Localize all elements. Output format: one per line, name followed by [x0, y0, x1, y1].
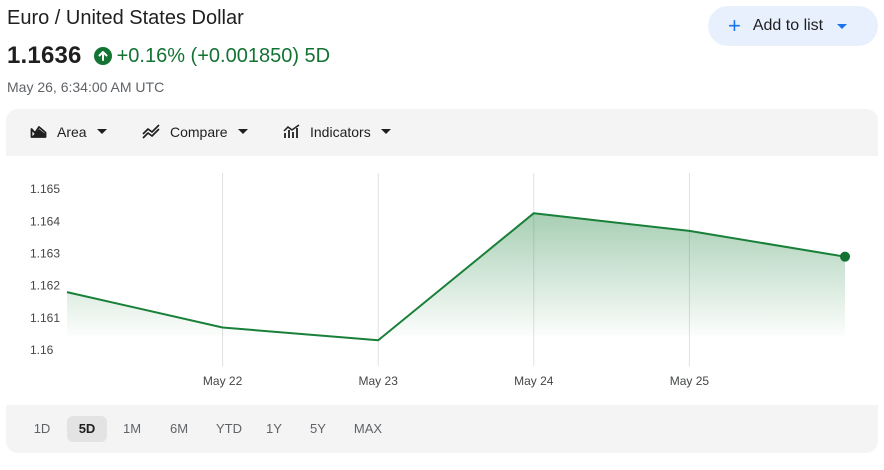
compare-dropdown[interactable]: Compare — [142, 109, 248, 154]
price-change: +0.16% (+0.001850) 5D — [93, 44, 331, 68]
range-button-ytd[interactable]: YTD — [210, 416, 248, 442]
x-tick-label: May 22 — [203, 374, 243, 388]
x-tick-label: May 24 — [514, 374, 554, 388]
add-to-list-button[interactable]: + Add to list — [708, 6, 878, 46]
chart-type-label: Area — [57, 123, 87, 140]
add-to-list-label: Add to list — [752, 17, 824, 34]
range-button-1m[interactable]: 1M — [116, 416, 148, 442]
data-point — [840, 251, 850, 262]
x-tick-label: May 23 — [359, 374, 399, 388]
indicators-icon — [283, 124, 300, 138]
chevron-down-icon — [380, 129, 391, 134]
chart-type-dropdown[interactable]: Area — [30, 109, 107, 154]
range-button-max[interactable]: MAX — [347, 416, 389, 442]
range-button-1d[interactable]: 1D — [28, 416, 56, 442]
area-chart-icon — [30, 126, 47, 138]
range-button-6m[interactable]: 6M — [163, 416, 195, 442]
y-tick-label: 1.165 — [30, 182, 60, 196]
time-range-selector: 1D 5D 1M 6M YTD 1Y 5Y MAX — [6, 407, 878, 453]
chart-area: 1.16 1.161 1.162 1.163 1.164 1.165 May 22 May … — [6, 156, 878, 405]
compare-label: Compare — [170, 123, 228, 140]
y-tick-label: 1.163 — [30, 246, 60, 260]
arrow-up-icon — [93, 47, 112, 65]
y-tick-label: 1.161 — [30, 311, 60, 325]
y-tick-label: 1.16 — [30, 343, 54, 357]
chevron-down-icon — [237, 129, 248, 134]
y-tick-label: 1.162 — [30, 279, 60, 293]
price-chart[interactable]: 1.16 1.161 1.162 1.163 1.164 1.165 May 22 May … — [6, 156, 878, 405]
chevron-down-icon — [837, 23, 848, 29]
chart-panel: Area Compare Indicators 1.16 1.161 1.162… — [6, 109, 878, 453]
x-tick-label: May 25 — [670, 374, 710, 388]
range-button-1y[interactable]: 1Y — [261, 416, 287, 442]
chevron-down-icon — [96, 129, 107, 134]
range-button-5y[interactable]: 5Y — [303, 416, 333, 442]
page-title: Euro / United States Dollar — [7, 7, 244, 29]
range-button-5d[interactable]: 5D — [67, 416, 107, 442]
indicators-label: Indicators — [310, 123, 371, 140]
price-change-text: +0.16% (+0.001850) 5D — [116, 44, 331, 67]
timestamp: May 26, 6:34:00 AM UTC — [7, 79, 165, 95]
chart-toolbar: Area Compare Indicators — [6, 109, 878, 154]
compare-icon — [142, 124, 160, 139]
indicators-dropdown[interactable]: Indicators — [283, 109, 391, 154]
current-price: 1.1636 — [7, 42, 82, 69]
y-tick-label: 1.164 — [30, 214, 60, 228]
price-row: 1.1636 +0.16% (+0.001850) 5D — [7, 42, 330, 70]
plus-icon: + — [728, 13, 741, 38]
